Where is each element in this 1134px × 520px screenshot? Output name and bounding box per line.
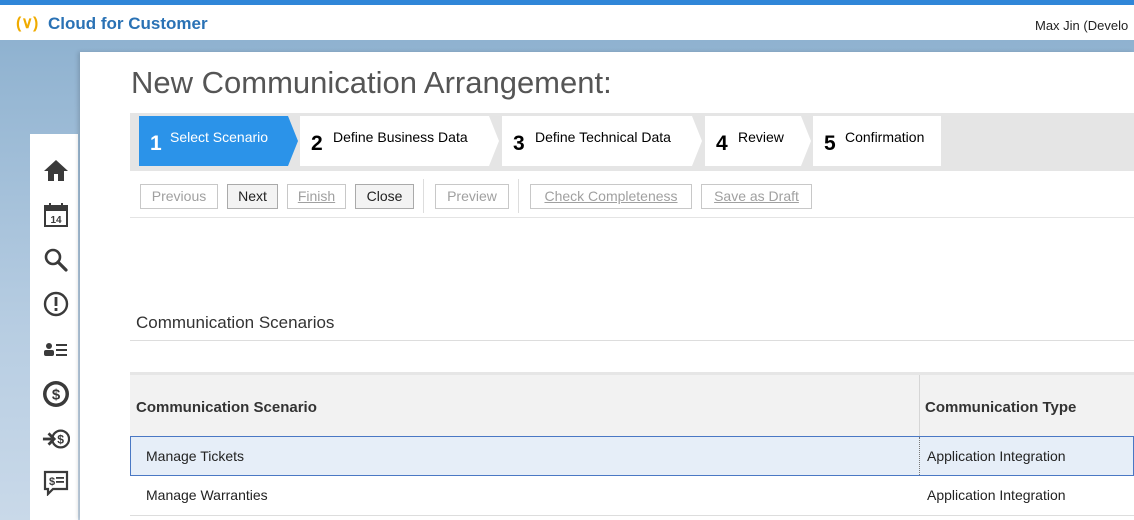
step-define-technical-data[interactable]: 3 Define Technical Data [502,116,692,166]
step-arrow [801,116,811,166]
column-divider[interactable] [919,375,920,439]
previous-button[interactable]: Previous [140,184,218,209]
section-title: Communication Scenarios [136,313,335,332]
calendar-day: 14 [50,215,62,226]
table-header: Communication Scenario Communication Typ… [130,372,1134,439]
step-label: Define Technical Data [535,129,671,145]
alert-icon[interactable] [42,290,70,318]
step-arrow [692,116,702,166]
step-label: Review [738,129,784,145]
sap-logo-icon: (∨) [16,15,39,32]
column-header-scenario[interactable]: Communication Scenario [136,399,317,416]
main-panel: New Communication Arrangement: 1 Select … [80,52,1134,520]
quote-icon[interactable]: $ [42,469,70,497]
svg-text:$: $ [52,387,61,404]
step-label: Define Business Data [333,129,468,145]
step-label: Confirmation [845,129,925,145]
app-title[interactable]: Cloud for Customer [48,14,208,34]
step-select-scenario[interactable]: 1 Select Scenario [139,116,288,166]
finish-button[interactable]: Finish [287,184,346,209]
step-label: Select Scenario [170,129,269,145]
cell-type: Application Integration [927,487,1066,503]
app-header: (∨) Cloud for Customer Max Jin (Develo [0,5,1134,40]
cell-scenario: Manage Tickets [146,448,245,464]
step-number: 3 [513,132,525,155]
toolbar-divider [518,179,519,213]
save-as-draft-button[interactable]: Save as Draft [701,184,812,209]
step-confirmation[interactable]: 5 Confirmation [813,116,941,166]
toolbar: Previous Next Finish Close Preview Check… [130,179,1134,218]
sales-transfer-icon[interactable]: $ [42,425,70,453]
cell-scenario: Manage Warranties [146,487,268,503]
section-divider [130,340,1134,341]
table-row[interactable]: Manage Tickets Application Integration [130,436,1134,476]
svg-text:$: $ [57,433,64,447]
step-number: 4 [716,132,728,155]
step-number: 1 [150,132,162,155]
step-define-business-data[interactable]: 2 Define Business Data [300,116,489,166]
step-arrow [489,116,499,166]
cell-divider [919,437,921,475]
step-arrow [288,116,298,166]
home-icon[interactable] [42,156,70,184]
column-header-type[interactable]: Communication Type [925,399,1076,416]
step-number: 5 [824,132,836,155]
toolbar-divider [423,179,424,213]
contacts-list-icon[interactable] [42,335,70,363]
page-title: New Communication Arrangement: [131,65,612,100]
check-completeness-button[interactable]: Check Completeness [530,184,692,209]
guided-steps-bar: 1 Select Scenario 2 Define Business Data… [130,113,1134,171]
user-name[interactable]: Max Jin (Develo [1035,18,1128,33]
svg-text:$: $ [49,476,55,488]
close-button[interactable]: Close [355,184,414,209]
step-number: 2 [311,132,323,155]
calendar-icon[interactable]: 14 [42,201,70,229]
sidebar: 14 $ $ $ [30,134,78,520]
next-button[interactable]: Next [227,184,278,209]
step-review[interactable]: 4 Review [705,116,801,166]
table-row[interactable]: Manage Warranties Application Integratio… [130,476,1134,516]
search-icon[interactable] [42,246,70,274]
preview-button[interactable]: Preview [435,184,509,209]
dollar-icon[interactable]: $ [42,380,70,408]
cell-type: Application Integration [927,448,1066,464]
